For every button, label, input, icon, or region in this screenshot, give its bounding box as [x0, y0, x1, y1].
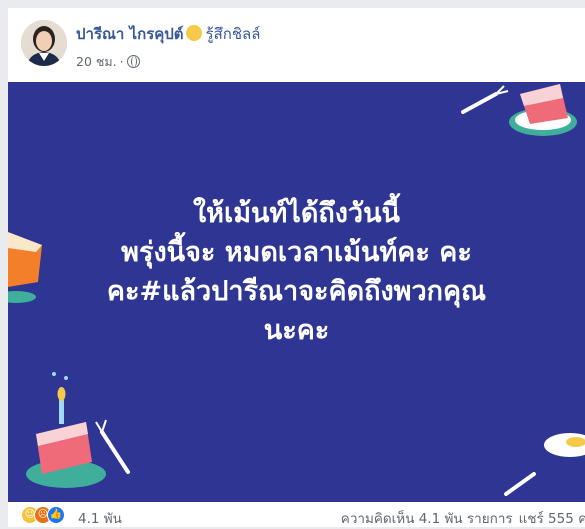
post-text-line: นะคะ — [263, 315, 330, 346]
feeling-label[interactable]: รู้สึกชิลล์ — [206, 25, 261, 43]
comments-count[interactable]: ความคิดเห็น 4.1 พัน รายการ — [341, 511, 513, 527]
reaction-count[interactable]: 4.1 พัน — [78, 507, 122, 529]
post-text-line: พรุ่งนี้จะ หมดเวลาเม้นท์คะ คะ — [121, 237, 472, 268]
post-stats: ความคิดเห็น 4.1 พัน รายการ แชร์ 555 ครั้ง — [335, 507, 585, 529]
post-header: ปารีณา ไกรคุปต์ รู้สึกชิลล์ 20 ชม. · — [8, 8, 585, 82]
avatar[interactable] — [21, 20, 67, 66]
post-text-line: คะ#แล้วปารีณาจะคิดถึงพวกคุณ — [106, 276, 487, 307]
post-footer: ☺ ☹ 👍 4.1 พัน ความคิดเห็น 4.1 พัน รายการ… — [8, 502, 585, 527]
shares-count[interactable]: แชร์ 555 ครั้ง — [519, 511, 585, 527]
relieved-emoji-icon — [185, 25, 202, 41]
post-image-text: ให้เม้นท์ได้ถึงวันนี้ พรุ่งนี้จะ หมดเวลา… — [8, 194, 585, 350]
author-name[interactable]: ปารีณา ไกรคุปต์ — [76, 25, 184, 43]
post-meta: 20 ชม. · — [76, 52, 140, 72]
globe-icon[interactable] — [126, 55, 140, 68]
post-timestamp[interactable]: 20 ชม. — [76, 54, 117, 69]
meta-separator: · — [119, 54, 124, 69]
post-text-line: ให้เม้นท์ได้ถึงวันนี้ — [193, 198, 400, 229]
like-icon: 👍 — [47, 506, 65, 524]
author-line: ปารีณา ไกรคุปต์ รู้สึกชิลล์ — [76, 22, 260, 46]
post-image[interactable]: ให้เม้นท์ได้ถึงวันนี้ พรุ่งนี้จะ หมดเวลา… — [8, 82, 585, 502]
post-card: ปารีณา ไกรคุปต์ รู้สึกชิลล์ 20 ชม. · ให้… — [8, 8, 585, 527]
